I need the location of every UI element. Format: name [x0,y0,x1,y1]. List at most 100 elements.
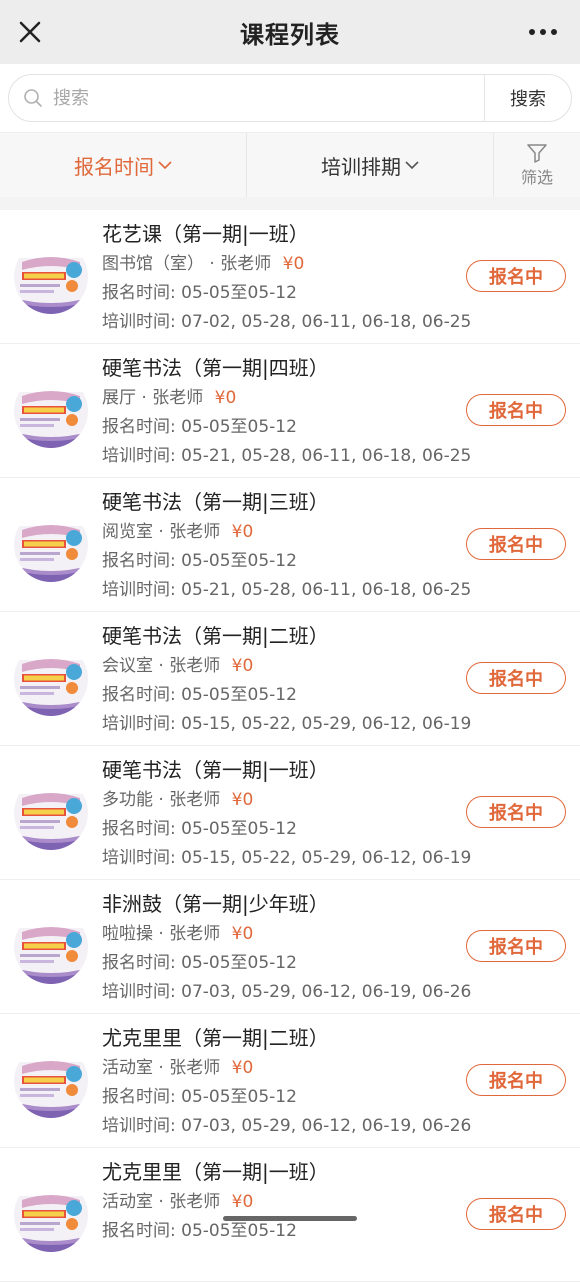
course-meta: 活动室 · 张老师 ¥0 [102,1054,460,1083]
course-item[interactable]: 硬笔书法（第一期|三班） 阅览室 · 张老师 ¥0 报名时间: 05-05至05… [0,478,580,612]
meta-separator: · [158,924,170,944]
signup-status-button[interactable]: 报名中 [466,1198,566,1230]
tab-training-schedule-label: 培训排期 [321,154,401,179]
course-thumbnail [14,642,88,716]
course-meta: 活动室 · 张老师 ¥0 [102,1188,460,1217]
funnel-icon [527,143,547,163]
meta-separator: · [158,656,170,676]
course-meta: 多功能 · 张老师 ¥0 [102,786,460,815]
course-info: 硬笔书法（第一期|二班） 会议室 · 张老师 ¥0 报名时间: 05-05至05… [102,620,471,739]
meta-separator: · [158,790,170,810]
course-price: ¥0 [231,522,254,542]
course-price: ¥0 [231,924,254,944]
course-location: 啦啦操 [102,924,153,944]
course-item[interactable]: 硬笔书法（第一期|一班） 多功能 · 张老师 ¥0 报名时间: 05-05至05… [0,746,580,880]
course-info: 非洲鼓（第一期|少年班） 啦啦操 · 张老师 ¥0 报名时间: 05-05至05… [102,888,472,1007]
course-meta: 会议室 · 张老师 ¥0 [102,652,460,681]
close-icon[interactable] [16,18,44,46]
course-name: 非洲鼓（第一期|少年班） [102,892,329,916]
search-box: 搜索 [8,74,572,122]
course-teacher: 张老师 [220,254,272,274]
search-input[interactable] [51,86,484,110]
signup-status-button[interactable]: 报名中 [466,796,566,828]
filter-label: 筛选 [520,167,553,187]
course-training-time: 培训时间: 07-03, 05-29, 06-12, 06-19, 06-26 [102,982,472,1002]
course-thumbnail [14,776,88,850]
search-button[interactable]: 搜索 [484,75,571,121]
course-info: 花艺课（第一期|一班） 图书馆（室） · 张老师 ¥0 报名时间: 05-05至… [102,218,472,337]
course-thumbnail [14,240,88,314]
course-signup-time: 报名时间: 05-05至05-12 [102,1221,297,1241]
meta-separator: · [158,522,170,542]
more-dots-icon[interactable] [528,28,558,36]
course-training-time: 培训时间: 07-02, 05-28, 06-11, 06-18, 06-25 [102,312,472,332]
signup-status-button[interactable]: 报名中 [466,1064,566,1096]
course-item[interactable]: 硬笔书法（第一期|二班） 会议室 · 张老师 ¥0 报名时间: 05-05至05… [0,612,580,746]
course-teacher: 张老师 [169,1058,221,1078]
course-meta: 啦啦操 · 张老师 ¥0 [102,920,460,949]
course-teacher: 张老师 [169,656,221,676]
course-location: 多功能 [102,790,153,810]
course-signup-time: 报名时间: 05-05至05-12 [102,283,297,303]
course-name: 尤克里里（第一期|一班） [102,1160,329,1184]
meta-separator: · [158,1192,170,1212]
course-price: ¥0 [231,656,254,676]
course-training-time: 培训时间: 05-15, 05-22, 05-29, 06-12, 06-19 [102,848,472,868]
course-item[interactable]: 尤克里里（第一期|二班） 活动室 · 张老师 ¥0 报名时间: 05-05至05… [0,1014,580,1148]
course-price: ¥0 [231,1192,254,1212]
meta-separator: · [141,388,153,408]
course-price: ¥0 [231,790,254,810]
section-gap [0,197,580,210]
course-signup-time: 报名时间: 05-05至05-12 [102,1087,297,1107]
course-thumbnail [14,508,88,582]
course-signup-time: 报名时间: 05-05至05-12 [102,551,297,571]
signup-status-button[interactable]: 报名中 [466,528,566,560]
course-training-time: 培训时间: 05-21, 05-28, 06-11, 06-18, 06-25 [102,446,472,466]
course-name: 花艺课（第一期|一班） [102,222,309,246]
tab-signup-time[interactable]: 报名时间 [0,133,247,197]
signup-status-button[interactable]: 报名中 [466,260,566,292]
course-info: 尤克里里（第一期|二班） 活动室 · 张老师 ¥0 报名时间: 05-05至05… [102,1022,472,1141]
course-list: 花艺课（第一期|一班） 图书馆（室） · 张老师 ¥0 报名时间: 05-05至… [0,210,580,1282]
course-price: ¥0 [214,388,237,408]
course-price: ¥0 [231,1058,254,1078]
filter-bar: 报名时间 培训排期 筛选 [0,132,580,197]
course-teacher: 张老师 [152,388,204,408]
course-signup-time: 报名时间: 05-05至05-12 [102,953,297,973]
filter-button[interactable]: 筛选 [494,133,580,197]
tab-signup-time-label: 报名时间 [74,154,154,179]
course-training-time [102,1246,460,1275]
course-item[interactable]: 尤克里里（第一期|一班） 活动室 · 张老师 ¥0 报名时间: 05-05至05… [0,1148,580,1282]
course-name: 硬笔书法（第一期|三班） [102,490,329,514]
search-bar: 搜索 [0,64,580,132]
tab-training-schedule[interactable]: 培训排期 [247,133,494,197]
meta-separator: · [209,254,221,274]
course-signup-time: 报名时间: 05-05至05-12 [102,417,297,437]
course-thumbnail [14,1044,88,1118]
page-title: 课程列表 [240,20,340,49]
course-training-time: 培训时间: 07-03, 05-29, 06-12, 06-19, 06-26 [102,1116,472,1136]
course-signup-time: 报名时间: 05-05至05-12 [102,819,297,839]
course-info: 硬笔书法（第一期|一班） 多功能 · 张老师 ¥0 报名时间: 05-05至05… [102,754,472,873]
signup-status-button[interactable]: 报名中 [466,394,566,426]
course-location: 阅览室 [102,522,153,542]
course-name: 硬笔书法（第一期|二班） [102,624,329,648]
course-item[interactable]: 硬笔书法（第一期|四班） 展厅 · 张老师 ¥0 报名时间: 05-05至05-… [0,344,580,478]
course-info: 硬笔书法（第一期|四班） 展厅 · 张老师 ¥0 报名时间: 05-05至05-… [102,352,472,471]
signup-status-button[interactable]: 报名中 [466,930,566,962]
course-meta: 展厅 · 张老师 ¥0 [102,384,460,413]
chevron-down-icon [405,161,419,170]
course-price: ¥0 [282,254,305,274]
course-item[interactable]: 花艺课（第一期|一班） 图书馆（室） · 张老师 ¥0 报名时间: 05-05至… [0,210,580,344]
signup-status-button[interactable]: 报名中 [466,662,566,694]
course-info: 硬笔书法（第一期|三班） 阅览室 · 张老师 ¥0 报名时间: 05-05至05… [102,486,472,605]
home-indicator [223,1216,357,1221]
course-thumbnail [14,1178,88,1252]
course-teacher: 张老师 [169,790,221,810]
course-teacher: 张老师 [169,1192,221,1212]
course-name: 硬笔书法（第一期|四班） [102,356,329,380]
course-training-time: 培训时间: 05-21, 05-28, 06-11, 06-18, 06-25 [102,580,472,600]
course-teacher: 张老师 [169,924,221,944]
course-item[interactable]: 非洲鼓（第一期|少年班） 啦啦操 · 张老师 ¥0 报名时间: 05-05至05… [0,880,580,1014]
course-signup-time: 报名时间: 05-05至05-12 [102,685,297,705]
